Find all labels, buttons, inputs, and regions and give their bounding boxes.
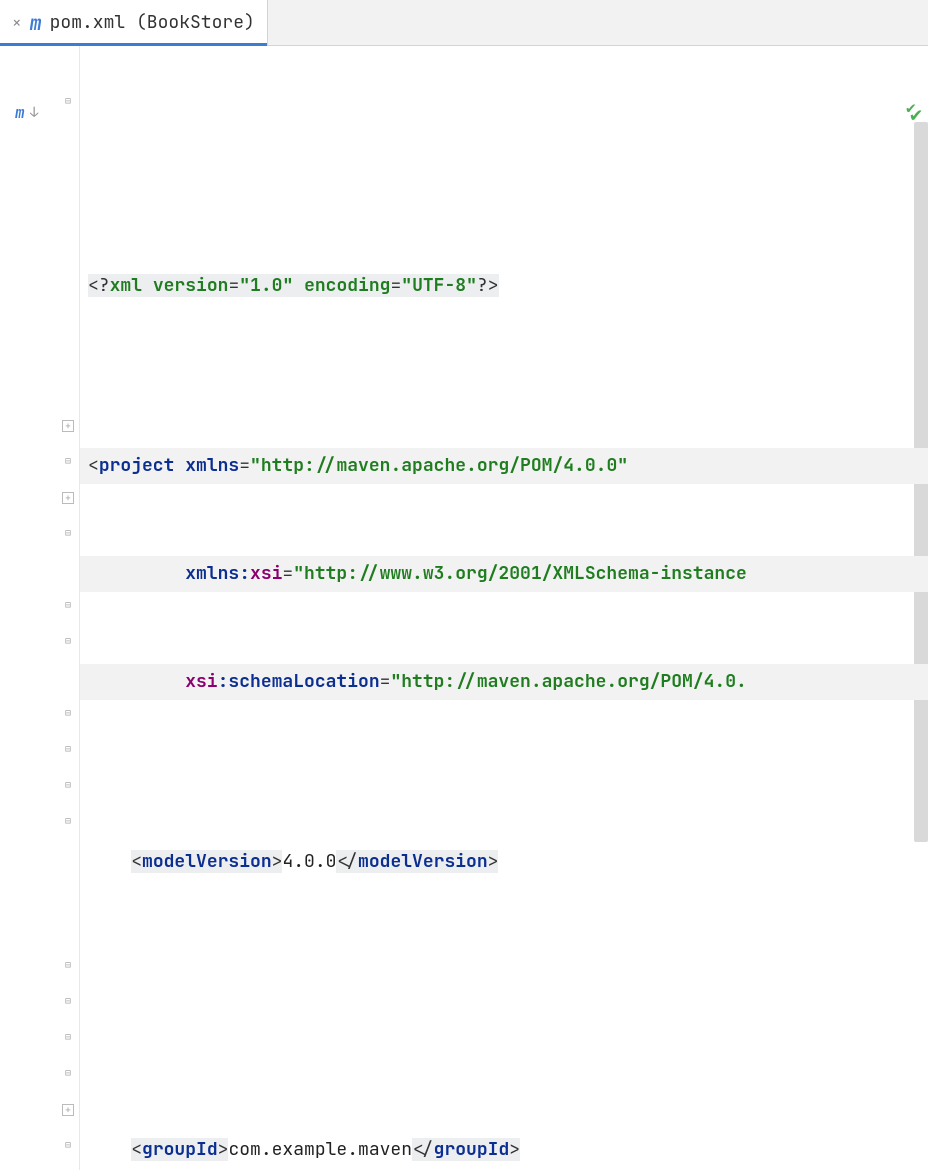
ns: xsi <box>250 562 282 585</box>
editor-gutter[interactable]: m ↓ ⊟ + ⊟ + ⊟ ⊟ ⊟ ⊟ ⊟ ⊟ ⊟ ⊟ ⊟ ⊟ ⊟ + ⊟ <box>0 46 80 1170</box>
fold-toggle-icon[interactable]: ⊟ <box>62 636 74 648</box>
close-icon[interactable]: × <box>12 12 22 33</box>
code-editor[interactable]: ✔ <?xml version="1.0" encoding="UTF-8"?>… <box>80 46 928 1170</box>
fold-close-icon[interactable]: ⊟ <box>62 960 74 972</box>
text: com.example.maven <box>228 1138 412 1161</box>
code-line[interactable]: <modelVersion>4.0.0</modelVersion> <box>88 844 928 880</box>
ns: xsi <box>185 670 217 693</box>
attr: xmlns <box>185 454 239 477</box>
code-line[interactable]: xsi:schemaLocation="http://maven.apache.… <box>80 664 928 700</box>
tag-close: modelVersion <box>358 850 488 873</box>
attr-value: "UTF-8" <box>401 274 477 297</box>
code-line[interactable]: <project xmlns="http://maven.apache.org/… <box>80 448 928 484</box>
tag: project <box>99 454 175 477</box>
attr-value: "http://www.w3.org/2001/XMLSchema-instan… <box>293 562 747 585</box>
fold-close-icon[interactable]: ⊟ <box>62 744 74 756</box>
attr: schemaLocation <box>228 670 379 693</box>
tab-title: pom.xml (BookStore) <box>50 11 255 34</box>
fold-toggle-icon[interactable]: ⊟ <box>62 528 74 540</box>
fold-close-icon[interactable]: ⊟ <box>62 1140 74 1152</box>
fold-toggle-icon[interactable]: ⊟ <box>62 456 74 468</box>
fold-close-icon[interactable]: ⊟ <box>62 708 74 720</box>
fold-toggle-icon[interactable]: ⊟ <box>62 816 74 828</box>
editor-tab[interactable]: × m pom.xml (BookStore) <box>0 0 268 45</box>
arrow-down-icon: ↓ <box>30 104 38 122</box>
code-line[interactable]: <?xml version="1.0" encoding="UTF-8"?> <box>88 268 928 304</box>
fold-expand-icon[interactable]: + <box>62 420 74 432</box>
tag-close: groupId <box>434 1138 510 1161</box>
code-line[interactable]: <groupId>com.example.maven</groupId> <box>88 1132 928 1168</box>
fold-expand-icon[interactable]: + <box>62 492 74 504</box>
maven-gutter-icon[interactable]: m <box>15 102 25 123</box>
code-line[interactable] <box>88 952 928 988</box>
attr-value: "http://maven.apache.org/POM/4.0.0" <box>250 454 628 477</box>
text: 4.0.0 <box>282 850 336 873</box>
tab-bar: × m pom.xml (BookStore) <box>0 0 928 46</box>
attr-value: "http://maven.apache.org/POM/4.0. <box>390 670 746 693</box>
tag: groupId <box>142 1138 218 1161</box>
attr: xmlns: <box>185 562 250 585</box>
editor-area: m ↓ ⊟ + ⊟ + ⊟ ⊟ ⊟ ⊟ ⊟ ⊟ ⊟ ⊟ ⊟ ⊟ ⊟ + ⊟ ✔ … <box>0 46 928 1170</box>
attr: version <box>153 274 229 297</box>
attr: encoding <box>304 274 390 297</box>
code-line[interactable]: xmlns:xsi="http://www.w3.org/2001/XMLSch… <box>80 556 928 592</box>
fold-toggle-icon[interactable]: ⊟ <box>62 600 74 612</box>
fold-close-icon[interactable]: ⊟ <box>62 1032 74 1044</box>
xml-decl-close: ?> <box>477 274 499 297</box>
fold-toggle-icon[interactable]: ⊟ <box>62 780 74 792</box>
tag: modelVersion <box>142 850 272 873</box>
fold-toggle-icon[interactable]: ⊟ <box>62 96 74 108</box>
xml-decl-name: xml <box>110 274 142 297</box>
fold-close-icon[interactable]: ⊟ <box>62 1068 74 1080</box>
maven-icon: m <box>30 10 42 36</box>
attr-value: "1.0" <box>239 274 293 297</box>
xml-decl-open: <? <box>88 274 110 297</box>
fold-expand-icon[interactable]: + <box>62 1104 74 1116</box>
colon: : <box>218 670 229 693</box>
fold-close-icon[interactable]: ⊟ <box>62 996 74 1008</box>
